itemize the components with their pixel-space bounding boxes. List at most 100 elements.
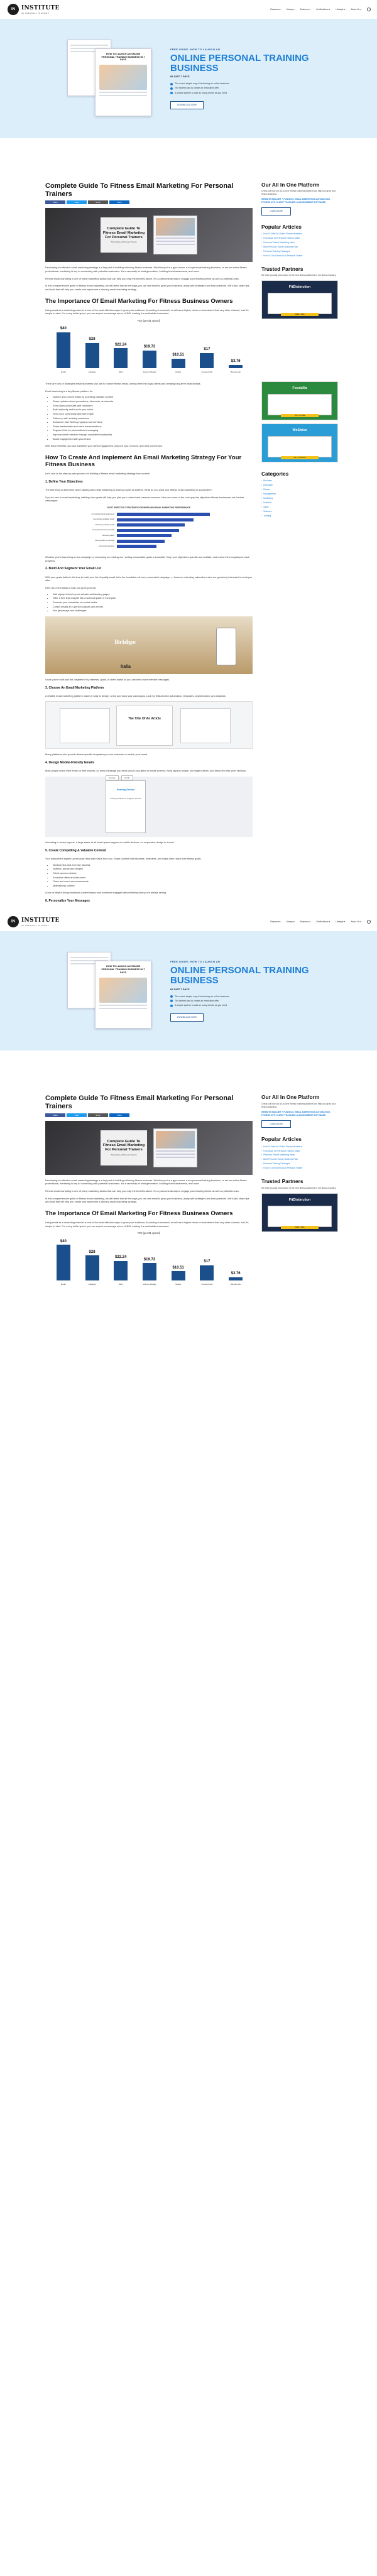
- paragraph: A mix of helpful and promotional content…: [45, 891, 167, 895]
- section-heading: How To Create And Implement An Email Mar…: [45, 454, 242, 469]
- partner-ad-button[interactable]: GET STARTED: [281, 456, 319, 459]
- partner-ad[interactable]: FitDistinction FREE TRIAL: [261, 280, 338, 320]
- benefits-list: Nurture and convert leads by providing v…: [53, 395, 253, 440]
- article-hero-image: Complete Guide To Fitness Email Marketin…: [45, 1120, 253, 1175]
- popular-article-link[interactable]: Personal Trainer Marketing Ideas: [261, 1154, 338, 1157]
- site-logo[interactable]: IN INSTITUTE OF PERSONAL TRAINERS: [8, 916, 60, 928]
- popular-article-link[interactable]: Personal Training Packages: [261, 250, 338, 253]
- nav-item[interactable]: Lifestyle ▾: [336, 920, 345, 924]
- popular-articles-heading: Popular Articles: [261, 223, 302, 230]
- popular-articles-list: How To Start An Online Fitness Business …: [261, 1145, 338, 1171]
- roi-category-label: Keyword Ads: [201, 1282, 213, 1285]
- popular-article-link[interactable]: How To Start An Online Fitness Business: [261, 232, 338, 236]
- popular-article-link[interactable]: Best Personal Trainer Business Plan: [261, 1158, 338, 1161]
- strategy-bar: [117, 534, 172, 538]
- partner-ad[interactable]: WeStrive GET STARTED: [261, 423, 338, 462]
- search-icon[interactable]: [367, 8, 371, 11]
- partner-ad[interactable]: Foodzilla TRY IT FREE: [261, 381, 338, 420]
- nav-item[interactable]: Resources: [270, 920, 280, 924]
- roi-bar-label: $3.76: [231, 1272, 241, 1276]
- partner-ad-button[interactable]: FREE TRIAL: [281, 313, 319, 317]
- check-icon: [170, 82, 173, 85]
- sidebar-platform-text: Check out how our All-In-One fitness bus…: [261, 190, 336, 196]
- article-hero-image: Complete Guide To Fitness Email Marketin…: [45, 208, 253, 263]
- facebook-share-button[interactable]: Share: [45, 200, 65, 205]
- article-main: Complete Guide To Fitness Email Marketin…: [45, 182, 253, 374]
- partner-ad-button[interactable]: FREE TRIAL: [281, 1225, 319, 1229]
- promo-bullet: A simple system to add as many clients a…: [170, 1004, 315, 1007]
- popular-article-link[interactable]: How Much Do Personal Trainers Make: [261, 237, 338, 240]
- learn-more-button[interactable]: LEARN MORE: [261, 1120, 292, 1128]
- paragraph: Here are a few ideas to help you grow yo…: [45, 586, 97, 589]
- promo-days: IN JUST 7 DAYS: [170, 75, 190, 79]
- nav-item[interactable]: Certifications ▾: [316, 8, 330, 11]
- popular-article-link[interactable]: Personal Trainer Marketing Ideas: [261, 241, 338, 244]
- intro-paragraph: In this comprehensive guide to fitness e…: [45, 284, 249, 291]
- promo-copy: FREE GUIDE: HOW TO LAUNCH AN ONLINE PERS…: [170, 960, 315, 1022]
- site-logo[interactable]: IN INSTITUTE OF PERSONAL TRAINERS: [8, 4, 60, 15]
- popular-articles-heading: Popular Articles: [261, 1136, 302, 1143]
- strategy-bar: [117, 518, 194, 521]
- roi-bar-label: $22.24: [115, 1255, 127, 1259]
- download-now-button[interactable]: DOWNLOAD NOW: [170, 101, 204, 109]
- category-link[interactable]: Marketing: [261, 497, 338, 500]
- nav-item[interactable]: Library ▾: [287, 8, 295, 11]
- popular-article-link[interactable]: Best Personal Trainer Business Plan: [261, 246, 338, 249]
- email-share-button[interactable]: Email: [88, 200, 108, 205]
- hero-card-title: Complete Guide To Fitness Email Marketin…: [102, 227, 145, 239]
- sidebar: Our All In One Platform Check out how ou…: [261, 1094, 338, 1287]
- nav-item[interactable]: Library ▾: [287, 920, 295, 924]
- popular-article-link[interactable]: How To Get Clients As A Personal Trainer: [261, 254, 338, 258]
- nav-item[interactable]: Lifestyle ▾: [336, 8, 345, 11]
- roi-category-label: Email: [61, 370, 66, 373]
- partner-ad[interactable]: FitDistinction FREE TRIAL: [261, 1192, 338, 1232]
- category-link[interactable]: Education: [261, 484, 338, 487]
- chart-title: ROI (per $1 spend): [138, 319, 160, 322]
- email-share-button[interactable]: Email: [88, 1113, 108, 1117]
- logo-text: INSTITUTE: [21, 4, 60, 11]
- roi-bar-label: $40: [60, 1239, 67, 1243]
- logo-subtext: OF PERSONAL TRAINERS: [21, 12, 50, 14]
- popular-article-link[interactable]: Personal Training Packages: [261, 1162, 338, 1165]
- category-link[interactable]: Nutrition: [261, 501, 338, 505]
- hero-email-mock: [153, 216, 197, 255]
- sidebar-platform-text: Check out how our All-In-One fitness bus…: [261, 1102, 336, 1108]
- popular-article-link[interactable]: How Much Do Personal Trainers Make: [261, 1150, 338, 1153]
- facebook-share-button[interactable]: Share: [45, 1113, 65, 1117]
- roi-bar-label: $3.76: [231, 359, 241, 363]
- phone-mockup: [216, 627, 236, 665]
- category-link[interactable]: Training: [261, 515, 338, 518]
- category-link[interactable]: Management: [261, 493, 338, 496]
- nav-item[interactable]: Certifications ▾: [316, 920, 330, 924]
- roi-category-label: Mobile: [175, 370, 182, 373]
- logo-badge: IN: [8, 916, 19, 928]
- roi-bar-label: $17: [204, 347, 210, 352]
- category-link[interactable]: Fitness: [261, 488, 338, 491]
- popular-article-link[interactable]: How To Get Clients As A Personal Trainer: [261, 1167, 338, 1170]
- download-now-button[interactable]: DOWNLOAD NOW: [170, 1013, 204, 1022]
- category-link[interactable]: Software: [261, 510, 338, 513]
- category-link[interactable]: Sales: [261, 506, 338, 509]
- twitter-share-button[interactable]: Tweet: [67, 200, 87, 205]
- nav-item[interactable]: About Us ▾: [351, 920, 361, 924]
- partner-ad-button[interactable]: TRY IT FREE: [281, 413, 319, 417]
- nav-item[interactable]: Resources: [270, 8, 280, 11]
- nav-item[interactable]: Business ▾: [300, 8, 310, 11]
- main-nav: Resources Library ▾ Business ▾ Certifica…: [270, 8, 371, 11]
- article-layout: Complete Guide To Fitness Email Marketin…: [0, 1094, 377, 1287]
- nav-item[interactable]: Business ▾: [300, 920, 310, 924]
- linkedin-share-button[interactable]: Share: [109, 200, 129, 205]
- roi-bar: [200, 352, 214, 368]
- nav-item[interactable]: About Us ▾: [351, 8, 361, 11]
- search-icon[interactable]: [367, 920, 371, 924]
- guide-cover-title: HOW TO LAUNCH AN ONLINE PERSONAL TRAININ…: [101, 965, 145, 974]
- paragraph: A reliable email marketing platform make…: [45, 694, 226, 697]
- intro-paragraph: In this comprehensive guide to fitness e…: [45, 1196, 249, 1204]
- paragraph: Using email as a marketing channel is on…: [45, 1220, 249, 1228]
- popular-article-link[interactable]: How To Start An Online Fitness Business: [261, 1145, 338, 1149]
- guide-cover-title: HOW TO LAUNCH AN ONLINE PERSONAL TRAININ…: [101, 53, 145, 62]
- learn-more-button[interactable]: LEARN MORE: [261, 207, 292, 216]
- twitter-share-button[interactable]: Tweet: [67, 1113, 87, 1117]
- category-link[interactable]: Business: [261, 479, 338, 483]
- linkedin-share-button[interactable]: Share: [109, 1113, 129, 1117]
